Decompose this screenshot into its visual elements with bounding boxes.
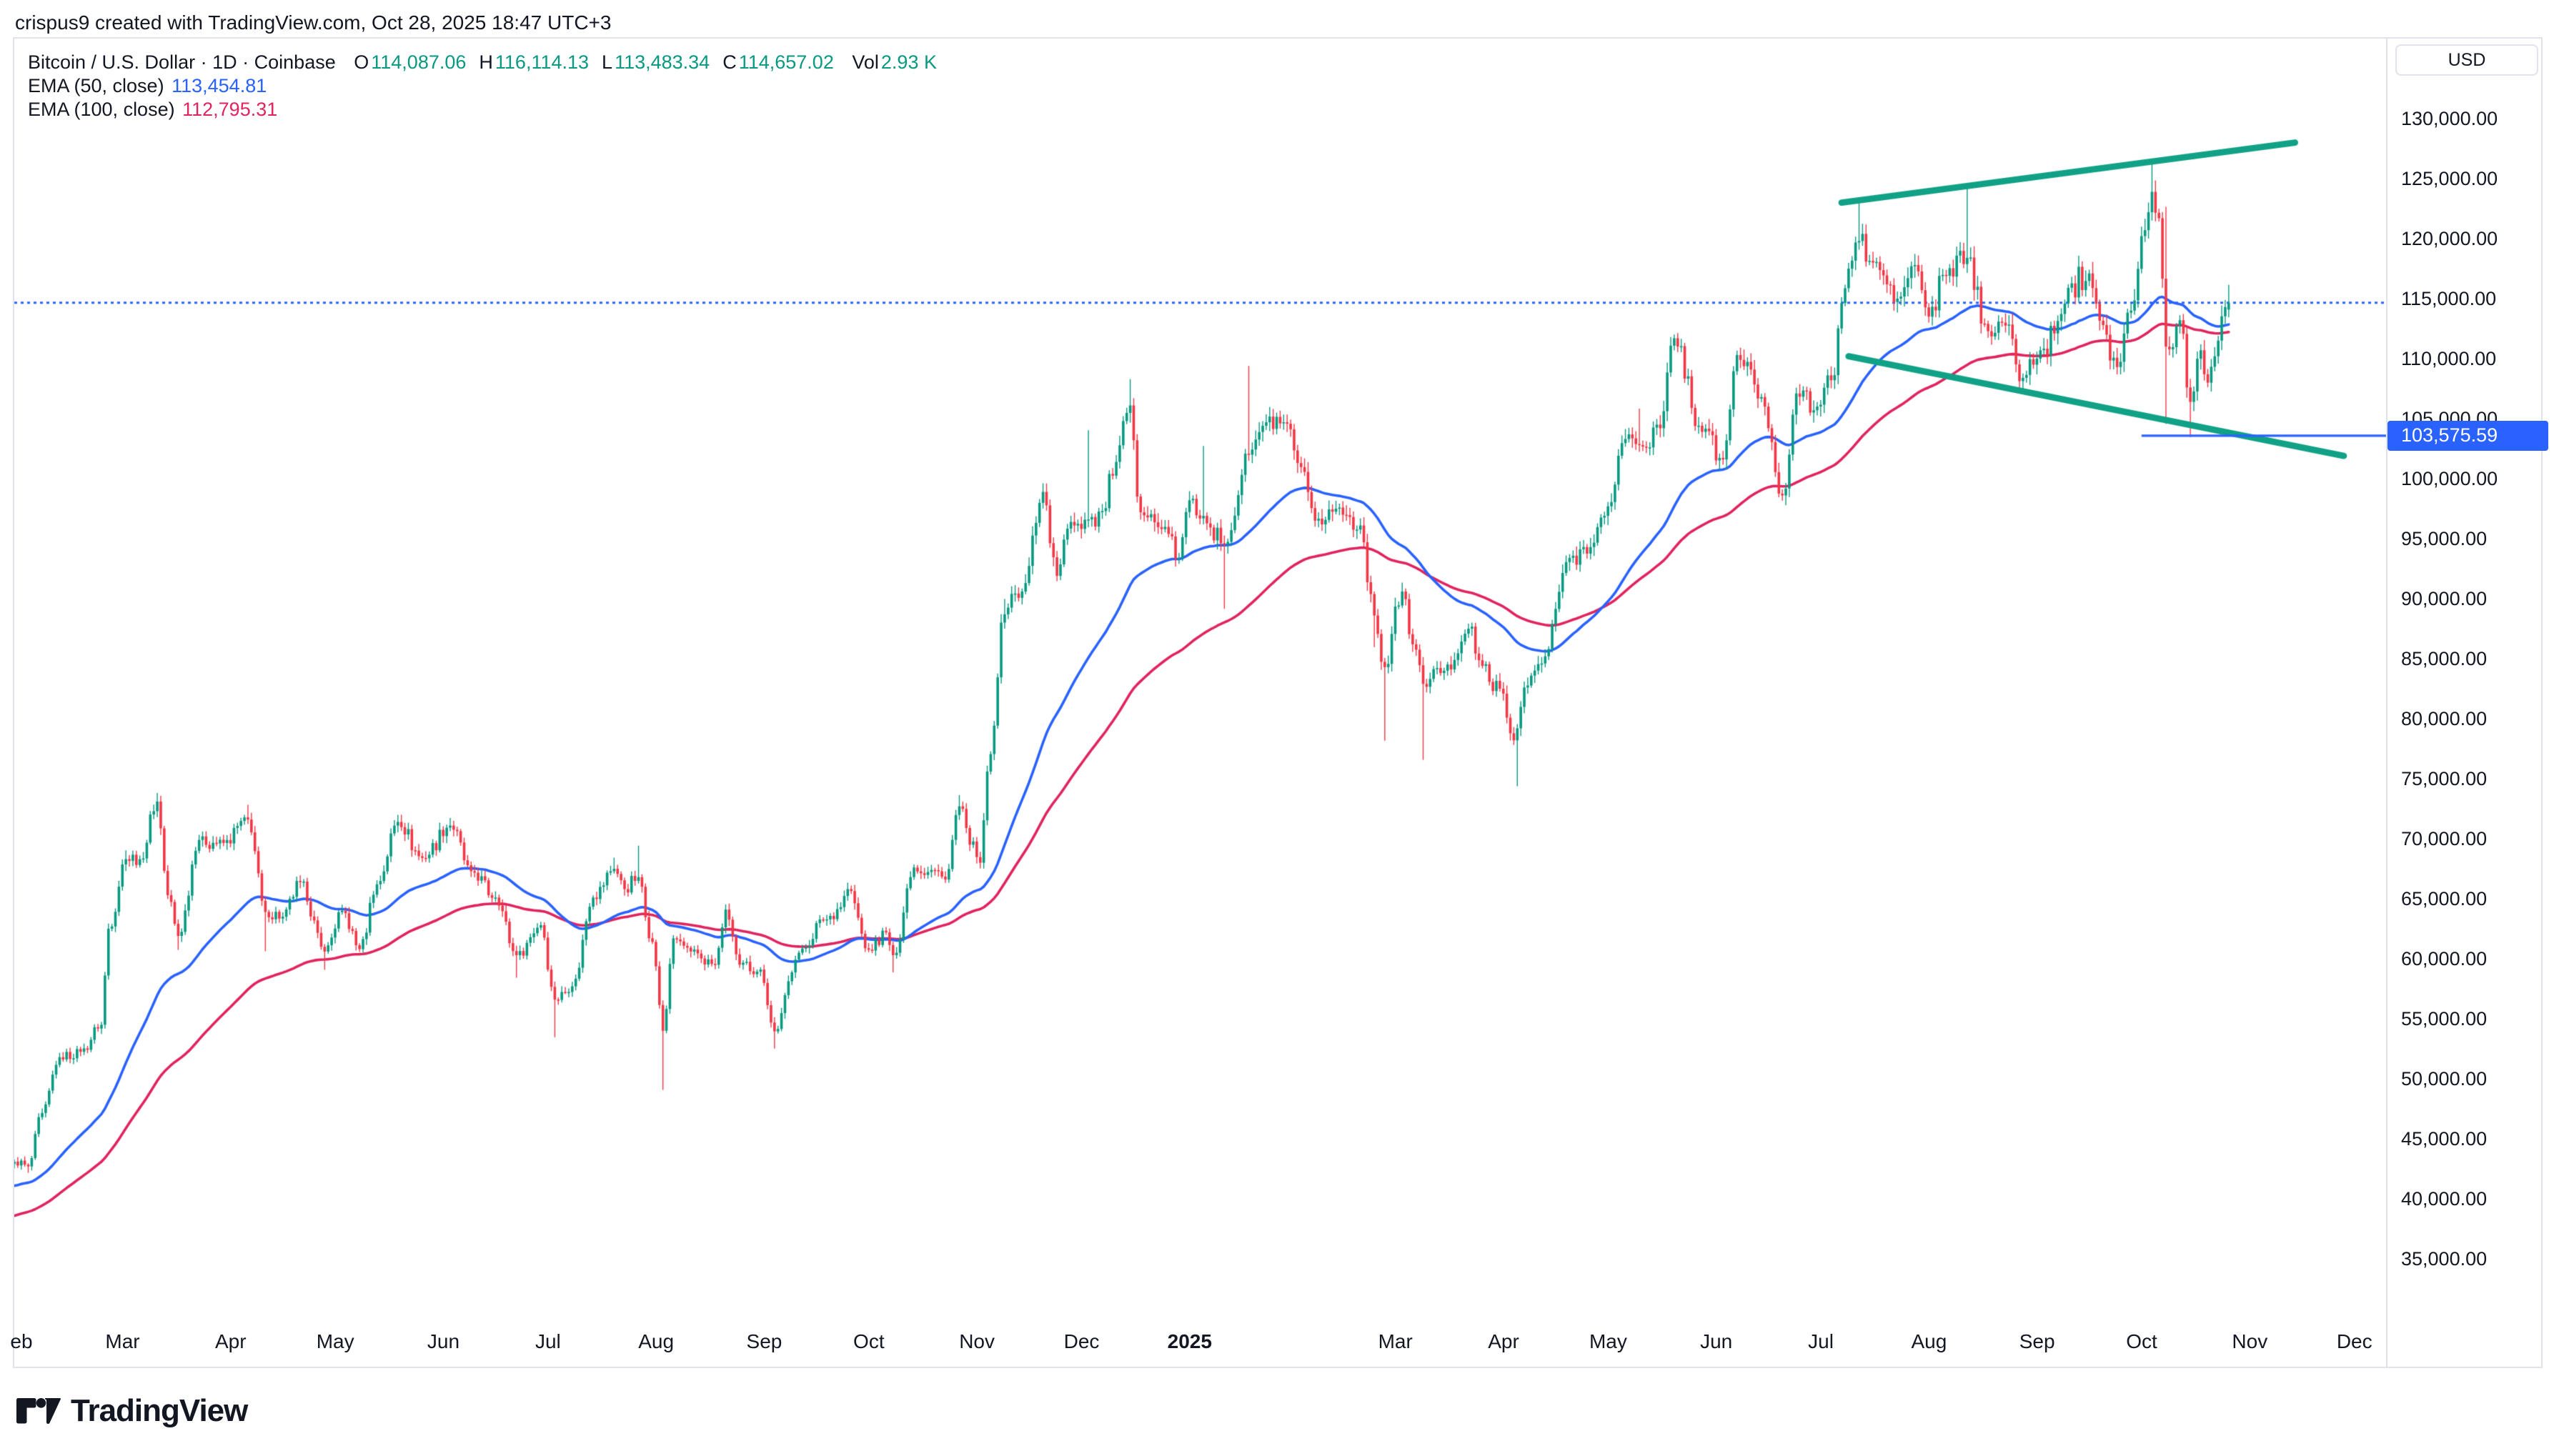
chart-top-border — [13, 37, 2543, 39]
time-axis-border[interactable] — [13, 1367, 2543, 1368]
price-axis-tick: 65,000.00 — [2401, 888, 2487, 910]
ohlc-group: L113,483.34 — [602, 51, 710, 73]
tradingview-snapshot: { "attribution": "crispus9 created with … — [0, 0, 2554, 1456]
ohlc-values: O114,087.06 H116,114.13 L113,483.34 C114,65… — [341, 51, 834, 73]
attribution-text: crispus9 created with TradingView.com, O… — [15, 11, 611, 34]
chart-right-border — [2541, 37, 2543, 1368]
time-axis-label: Dec — [2337, 1330, 2372, 1353]
time-axis-label: Oct — [853, 1330, 885, 1353]
time-axis-label: Sep — [2019, 1330, 2055, 1353]
interval-label[interactable]: 1D — [212, 51, 237, 73]
chart-left-border — [13, 37, 14, 1368]
symbol-name[interactable]: Bitcoin / U.S. Dollar — [28, 51, 195, 73]
tradingview-logo-icon — [16, 1398, 61, 1424]
price-axis-tick: 80,000.00 — [2401, 708, 2487, 730]
price-axis-separator[interactable] — [2386, 37, 2387, 1368]
price-axis-tick: 60,000.00 — [2401, 948, 2487, 970]
ema50-label[interactable]: EMA (50, close) — [28, 75, 164, 96]
ohlc-group: H116,114.13 — [479, 51, 589, 73]
time-axis-label: Mar — [105, 1330, 139, 1353]
ema100-value: 112,795.31 — [182, 99, 277, 120]
time-axis-label: Jul — [1808, 1330, 1834, 1353]
price-axis-tick: 85,000.00 — [2401, 648, 2487, 670]
tradingview-logo-text: TradingView — [71, 1393, 247, 1429]
price-axis-tick: 55,000.00 — [2401, 1008, 2487, 1030]
price-axis-tick: 95,000.00 — [2401, 528, 2487, 550]
tradingview-logo[interactable]: TradingView — [16, 1393, 247, 1429]
separator-dot: · — [242, 51, 249, 73]
price-chart-canvas[interactable] — [0, 0, 2554, 1456]
time-axis-label: May — [317, 1330, 354, 1353]
price-axis-tick: 90,000.00 — [2401, 588, 2487, 610]
time-axis-label: eb — [10, 1330, 32, 1353]
price-axis-tick: 70,000.00 — [2401, 828, 2487, 850]
price-axis-tick: 40,000.00 — [2401, 1188, 2487, 1210]
price-axis-tick: 50,000.00 — [2401, 1068, 2487, 1090]
ema50-value: 113,454.81 — [172, 75, 267, 96]
time-axis-label: Aug — [1911, 1330, 1947, 1353]
ema100-label[interactable]: EMA (100, close) — [28, 99, 175, 120]
time-axis-label: Oct — [2126, 1330, 2157, 1353]
price-axis-tick: 45,000.00 — [2401, 1128, 2487, 1150]
symbol-row[interactable]: Bitcoin / U.S. Dollar · 1D · Coinbase O1… — [28, 51, 937, 74]
ohlc-group: C114,657.02 — [722, 51, 834, 73]
price-axis-tick: 35,000.00 — [2401, 1248, 2487, 1270]
time-axis-label: Apr — [215, 1330, 247, 1353]
price-axis-tick: 120,000.00 — [2401, 228, 2498, 250]
volume-value: 2.93 K — [881, 51, 937, 73]
ema50-row[interactable]: EMA (50, close) 113,454.81 — [28, 75, 267, 97]
time-axis-label: Nov — [2232, 1330, 2267, 1353]
time-axis-label: Jun — [427, 1330, 459, 1353]
time-axis-label: 2025 — [1168, 1330, 1212, 1353]
price-axis-tick: 115,000.00 — [2401, 288, 2496, 310]
time-axis-label: Apr — [1488, 1330, 1519, 1353]
price-axis-tick: 130,000.00 — [2401, 108, 2498, 130]
time-axis-label: Nov — [959, 1330, 995, 1353]
exchange-label[interactable]: Coinbase — [254, 51, 336, 73]
price-line-label-text: 103,575.59 — [2401, 424, 2498, 447]
time-axis-label: Jul — [535, 1330, 561, 1353]
price-axis-tick: 125,000.00 — [2401, 168, 2498, 190]
time-axis-label: Sep — [747, 1330, 782, 1353]
currency-label: USD — [2448, 50, 2486, 71]
time-axis-label: Mar — [1378, 1330, 1413, 1353]
time-axis-label: Dec — [1064, 1330, 1100, 1353]
separator-dot: · — [201, 51, 207, 73]
currency-badge[interactable]: USD — [2395, 44, 2538, 76]
volume-group: Vol2.93 K — [852, 51, 937, 73]
time-axis-label: Aug — [638, 1330, 674, 1353]
volume-label: Vol — [852, 51, 879, 73]
time-axis-label: Jun — [1700, 1330, 1732, 1353]
price-line-label: 103,575.59 — [2387, 421, 2548, 451]
ohlc-group: O114,087.06 — [354, 51, 466, 73]
price-axis-tick: 110,000.00 — [2401, 348, 2496, 370]
price-axis-tick: 100,000.00 — [2401, 468, 2498, 490]
ema100-row[interactable]: EMA (100, close) 112,795.31 — [28, 99, 277, 121]
time-axis-label: May — [1589, 1330, 1627, 1353]
price-axis-tick: 75,000.00 — [2401, 768, 2487, 790]
